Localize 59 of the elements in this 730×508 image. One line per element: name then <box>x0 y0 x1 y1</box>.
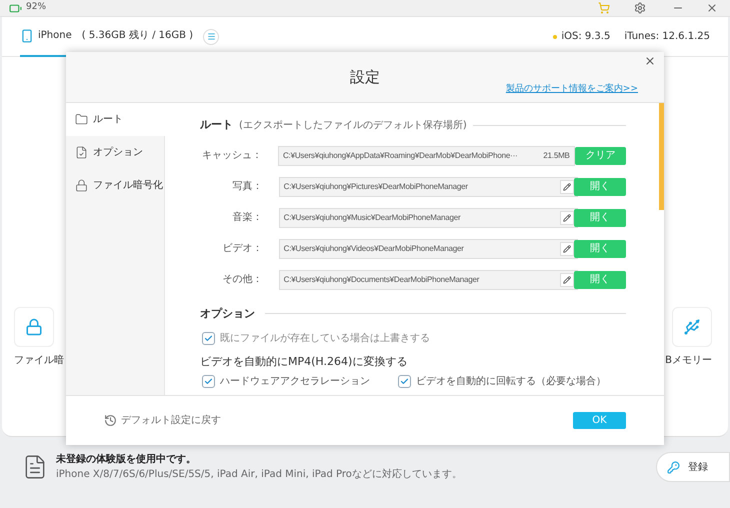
path-label: その他： <box>222 273 263 287</box>
path-label: キャッシュ： <box>200 149 262 163</box>
tile-label: Bメモリー <box>665 354 712 368</box>
check-icon <box>400 376 409 386</box>
checkbox[interactable] <box>202 332 215 345</box>
path-field[interactable]: C:¥Users¥qiuhong¥Videos¥DearMobiPhoneManager <box>278 238 578 258</box>
section-hint: (エクスポートしたファイルのデフォルト保存場所) <box>239 118 467 133</box>
section-title: ルート <box>200 117 233 133</box>
dialog-title: 設定 <box>350 66 380 88</box>
path-label: 音楽： <box>232 210 263 225</box>
storage-info: ( 5.36GB 残り / 16GB ) <box>82 28 194 43</box>
option-label: ビデオを自動的に回転する（必要な場合） <box>416 374 606 388</box>
itunes-version: iTunes: 12.6.1.25 <box>624 30 710 44</box>
menu-icon <box>206 32 216 41</box>
lock-icon <box>25 318 43 336</box>
tile[interactable] <box>14 307 54 347</box>
lock-icon <box>75 179 88 192</box>
checkbox[interactable] <box>202 374 215 388</box>
edit-button[interactable] <box>560 242 574 256</box>
sidebar-item[interactable]: ルート <box>66 103 165 136</box>
usb-icon <box>683 318 701 336</box>
battery-level: 92% <box>26 1 46 14</box>
path-field[interactable]: C:¥Users¥qiuhong¥Pictures¥DearMobiPhoneManager <box>278 176 578 196</box>
path-field[interactable]: C:¥Users¥qiuhong¥Music¥DearMobiPhoneManager <box>278 208 578 228</box>
history-icon <box>104 414 117 427</box>
section-title: オプション <box>200 306 255 322</box>
settings-icon[interactable] <box>634 2 646 14</box>
trial-notice: 未登録の体験版を使用中です。 <box>56 452 197 467</box>
ios-version: iOS: 9.3.5 <box>561 30 610 44</box>
edit-button[interactable] <box>560 180 574 194</box>
device-name: iPhone <box>38 29 72 43</box>
folder-icon <box>75 113 88 126</box>
tile[interactable] <box>672 307 712 347</box>
checkbox[interactable] <box>398 374 411 388</box>
edit-button[interactable] <box>560 272 574 286</box>
supported-devices: iPhone X/8/7/6S/6/Plus/SE/5S/5, iPad Air, iPad Mini, iPad Proなどに対応しています。 <box>56 468 463 482</box>
edit-button[interactable] <box>560 210 574 224</box>
close-icon[interactable] <box>706 2 718 14</box>
path-label: ビデオ： <box>222 242 263 256</box>
key-icon <box>667 460 680 474</box>
document-check-icon <box>75 146 88 159</box>
overwrite-label: 既にファイルが存在している場合は上書きする <box>220 332 430 346</box>
support-link[interactable]: 製品のサポート情報をご案内>> <box>506 82 638 96</box>
reset-defaults-button[interactable]: デフォルト設定に戻す <box>104 413 221 428</box>
menu-button[interactable] <box>203 28 220 44</box>
battery-icon <box>9 2 22 14</box>
scrollbar[interactable] <box>659 103 664 210</box>
path-field[interactable]: C:¥Users¥qiuhong¥AppData¥Roaming¥DearMob¥DearMobiPhone··· 21.5MB <box>278 146 575 166</box>
option-label: ハードウェアアクセラレーション <box>220 374 370 388</box>
register-button[interactable]: 登録 <box>656 452 730 482</box>
tile-label: ファイル暗 <box>14 354 64 368</box>
path-field[interactable]: C:¥Users¥qiuhong¥Documents¥DearMobiPhoneManager <box>278 270 578 290</box>
cache-size: 21.5MB <box>543 150 570 162</box>
path-label: 写真： <box>232 180 263 194</box>
check-icon <box>204 334 213 343</box>
close-icon[interactable] <box>644 55 656 67</box>
phone-icon <box>20 28 34 42</box>
check-icon <box>204 376 213 386</box>
convert-title: ビデオを自動的にMP4(H.264)に変換する <box>200 354 408 370</box>
